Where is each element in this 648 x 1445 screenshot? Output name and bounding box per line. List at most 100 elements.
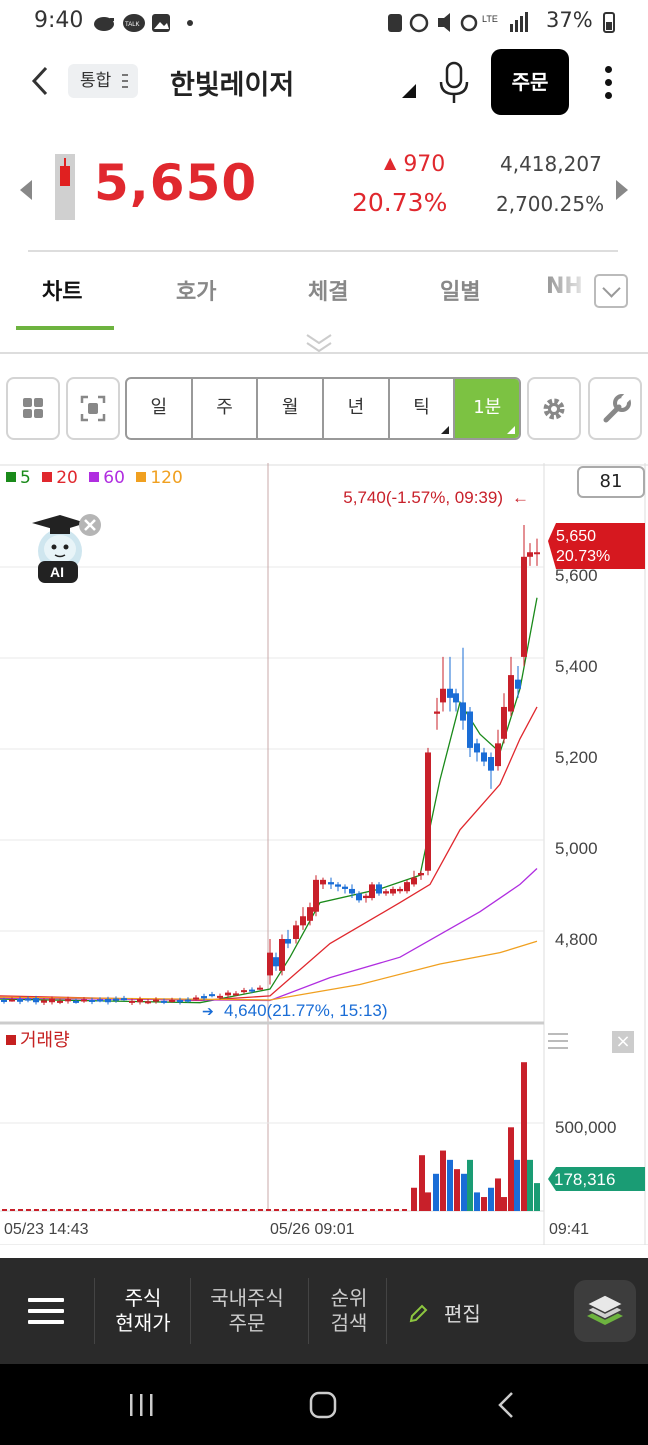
ma-legend: 5 20 60 120 [6,468,189,488]
candle [233,993,239,996]
wrench-icon [603,392,632,423]
next-stock-icon[interactable] [616,180,628,200]
indicator-count-box[interactable]: 81 [577,466,645,498]
nav-stock-price[interactable]: 주식 현재가 [112,1286,174,1336]
svg-text:TALK: TALK [125,22,140,28]
stock-name[interactable]: 한빛레이저 [170,63,294,102]
period-month[interactable]: 월 [258,379,325,438]
tab-trades[interactable]: 체결 [308,274,348,306]
period-week[interactable]: 주 [193,379,259,438]
candle [145,1001,151,1004]
volume-bar [461,1173,467,1211]
volume-bar [521,1062,527,1211]
tab-more-icon[interactable] [594,274,628,308]
candle [65,999,71,1002]
candle [363,895,369,899]
collapse-chevron-icon[interactable] [304,332,334,354]
volume-close-icon[interactable]: × [612,1031,634,1053]
candle [25,998,31,1001]
volume-bar [130,1209,135,1211]
back-nav-icon[interactable] [494,1390,518,1420]
ai-assistant-badge[interactable]: AI [28,513,104,585]
order-button[interactable]: 주문 [491,49,569,115]
svg-text:AI: AI [50,564,64,580]
up-triangle-icon: ▲ [384,153,397,172]
candle [501,706,507,739]
image-icon [152,14,170,32]
hamburger-menu-icon[interactable] [28,1298,64,1324]
chart-area[interactable]: 5,600 5,400 5,200 5,000 4,800 5,740(-1.57%, 0… [0,463,648,1245]
volume-bar [234,1209,239,1211]
candle [73,1000,79,1003]
volume-bar [433,1173,439,1211]
status-bar: 9:40 TALK LTE 37% [0,0,648,46]
more-menu-icon[interactable] [600,66,616,106]
volume-menu-icon[interactable] [548,1033,568,1049]
volume-bar [194,1209,199,1211]
candle [279,939,285,971]
battery-icon [603,12,615,33]
candle [328,882,334,885]
bottom-nav: 주식 현재가 국내주식 주문 순위 검색 편집 [0,1258,648,1364]
volume-bar [378,1209,383,1211]
current-price: 5,650 [94,154,258,212]
candle [257,987,263,990]
volume-bar [527,1159,533,1211]
candle [383,891,389,894]
candle [313,879,319,912]
nav-rank-search[interactable]: 순위 검색 [324,1286,374,1336]
chart-toolbar: 일 주 월 년 틱 1분 [0,376,648,442]
volume-bar [106,1209,111,1211]
back-icon[interactable] [28,64,52,98]
period-year[interactable]: 년 [324,379,390,438]
volume-bar [146,1209,151,1211]
volume-bar [314,1209,319,1211]
microphone-icon[interactable] [436,60,472,106]
period-day[interactable]: 일 [127,379,193,438]
volume-bar [306,1209,311,1211]
candle [33,998,39,1003]
period-tick[interactable]: 틱 [390,379,456,438]
tab-daily[interactable]: 일별 [440,274,480,306]
candle [460,702,466,721]
market-tag[interactable]: 통합 [68,64,138,98]
candle [335,884,341,887]
tab-orderbook[interactable]: 호가 [176,274,216,306]
x-tick-label: 05/26 09:01 [270,1221,355,1238]
prev-stock-icon[interactable] [20,180,32,200]
candle [369,884,375,899]
layers-button[interactable] [574,1280,636,1342]
candle [267,952,273,976]
legend-ma60: 60 [89,468,125,488]
candle [418,873,424,876]
candle [508,675,514,712]
volume-bar [122,1209,127,1211]
legend-ma120: 120 [136,468,183,488]
candle [201,996,207,999]
volume-bar [162,1209,167,1211]
high-marker-arrow: ← [512,488,529,507]
period-1min[interactable]: 1분 [455,379,519,438]
nav-domestic-order[interactable]: 국내주식 주문 [204,1286,290,1336]
volume-bar [10,1209,15,1211]
candle [89,999,95,1002]
tab-chart[interactable]: 차트 [42,274,82,306]
volume-bar [250,1209,255,1211]
volume-bar [170,1209,175,1211]
volume-bar [447,1159,453,1211]
fullscreen-button[interactable] [66,377,120,440]
hotspot-icon [460,14,478,32]
recent-apps-icon[interactable] [128,1392,156,1418]
settings-button[interactable] [527,377,581,440]
candle [474,743,480,753]
volume-bar [419,1155,425,1211]
grid-layout-button[interactable] [6,377,60,440]
candle [467,711,473,748]
volume-bar [82,1209,87,1211]
day-range-bar [55,154,75,220]
home-icon[interactable] [308,1390,338,1420]
candle [97,999,103,1002]
dropdown-icon[interactable] [402,84,416,98]
edit-button[interactable]: 편집 [408,1298,481,1327]
tools-button[interactable] [588,377,642,440]
